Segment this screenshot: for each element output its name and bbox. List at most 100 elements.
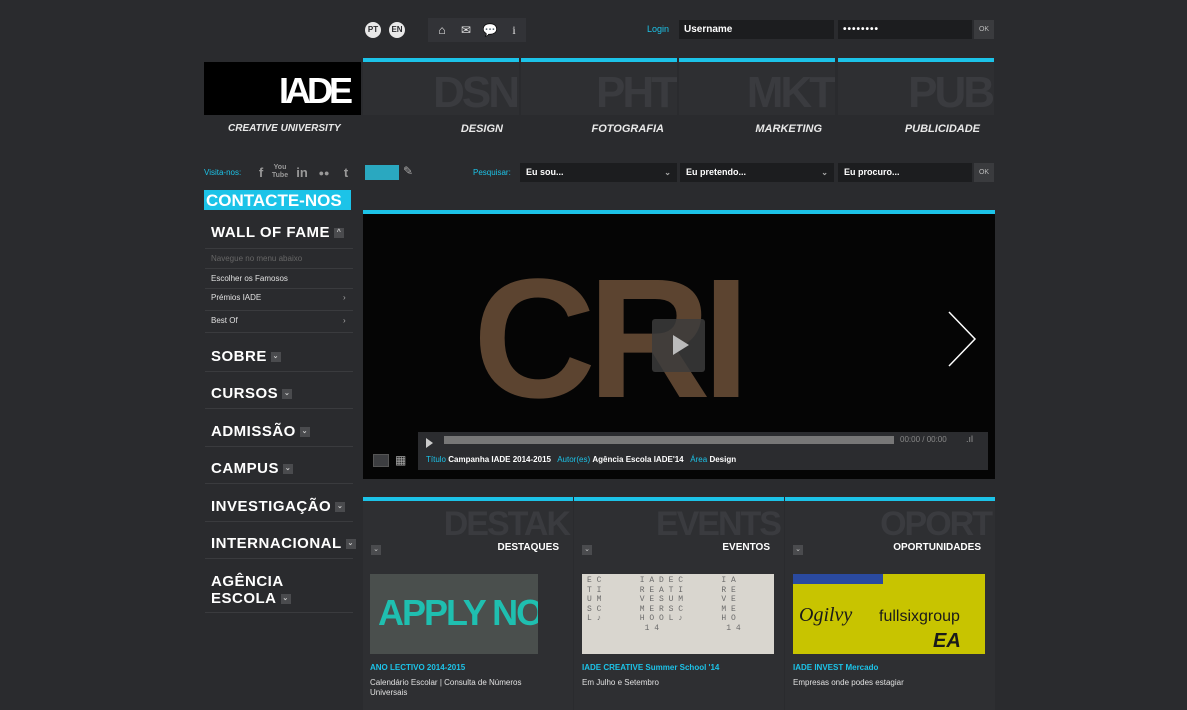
chevron-down-icon[interactable]: ⌄	[345, 539, 356, 550]
menu-label: SOBRE	[211, 348, 267, 365]
card-destaques-desc: Calendário Escolar | Consulta de Números…	[370, 678, 522, 697]
nav-tile-publicidade[interactable]: PUB	[838, 58, 994, 115]
ogilvy-logo: Ogilvy	[799, 604, 853, 626]
divider	[205, 288, 353, 289]
nav-label-design[interactable]: DESIGN	[363, 123, 503, 135]
tumblr-icon[interactable]: t	[337, 164, 355, 182]
password-field[interactable]: ••••••••	[838, 20, 972, 39]
linkedin-icon[interactable]: in	[293, 164, 311, 182]
title-value: Campanha IADE 2014-2015	[448, 455, 551, 464]
chat-icon[interactable]: 💬	[482, 22, 498, 38]
menu-label: ADMISSÃO	[211, 423, 296, 440]
menu-label: INTERNACIONAL	[211, 535, 342, 552]
card-destaques-header[interactable]: DESTAK ⌄ DESTAQUES	[363, 497, 573, 563]
menu-investigacao[interactable]: INVESTIGAÇÃO ⌄	[211, 498, 346, 515]
username-field[interactable]: Username	[679, 20, 834, 39]
card-label: OPORTUNIDADES	[893, 542, 981, 553]
divider	[205, 332, 353, 333]
select-eu-sou[interactable]: Eu sou... ⌄	[520, 163, 677, 182]
title-label: Título	[426, 455, 447, 464]
grid-icon[interactable]: ▦	[395, 453, 406, 467]
select-eu-procuro[interactable]: Eu procuro...	[838, 163, 972, 182]
chevron-down-icon[interactable]: ⌄	[371, 545, 381, 555]
lang-en-button[interactable]: EN	[389, 22, 405, 38]
video-time: 00:00 / 00:00	[900, 435, 947, 444]
card-image-invest[interactable]: Ogilvy fullsixgroup EA	[793, 574, 985, 654]
facebook-icon[interactable]: f	[253, 164, 269, 182]
submenu-label: Prémios IADE	[211, 293, 262, 302]
chevron-down-icon: ⌄	[821, 168, 828, 177]
progress-bar[interactable]	[444, 436, 894, 444]
nav-label-marketing[interactable]: MARKETING	[682, 123, 822, 135]
ikea-logo	[793, 574, 883, 584]
submenu-best-of[interactable]: Best Of ›	[211, 316, 351, 325]
color-swatch[interactable]	[365, 165, 399, 180]
info-icon[interactable]: i	[506, 22, 522, 38]
card-oportunidades-title[interactable]: IADE INVEST Mercado	[793, 663, 878, 672]
volume-icon[interactable]: .ıl	[966, 434, 973, 444]
nav-tile-fotografia[interactable]: PHT	[521, 58, 677, 115]
divider	[205, 612, 353, 613]
card-image-apply[interactable]: APPLY NOW	[370, 574, 538, 654]
menu-campus[interactable]: CAMPUS ⌄	[211, 460, 294, 477]
flickr-icon[interactable]: ●●	[315, 164, 333, 182]
nav-tile-marketing[interactable]: MKT	[679, 58, 835, 115]
menu-cursos[interactable]: CURSOS ⌄	[211, 385, 293, 402]
chevron-down-icon[interactable]: ⌄	[280, 594, 291, 605]
play-button[interactable]	[652, 319, 705, 372]
video-controls: 00:00 / 00:00 .ıl	[418, 432, 988, 470]
card-eventos-header[interactable]: EVENTS ⌄ EVENTOS	[574, 497, 784, 563]
next-arrow-icon[interactable]	[945, 310, 979, 368]
menu-internacional[interactable]: INTERNACIONAL ⌄	[211, 535, 356, 552]
chevron-down-icon[interactable]: ⌄	[270, 352, 281, 363]
chevron-down-icon[interactable]: ⌄	[282, 389, 293, 400]
video-meta: Título Campanha IADE 2014-2015 Autor(es)…	[426, 455, 736, 464]
mail-icon[interactable]: ✉	[458, 22, 474, 38]
chevron-down-icon[interactable]: ⌄	[299, 427, 310, 438]
chevron-down-icon[interactable]: ⌄	[793, 545, 803, 555]
nav-label-publicidade[interactable]: PUBLICIDADE	[840, 123, 980, 135]
home-icon[interactable]: ⌂	[434, 22, 450, 38]
area-value: Design	[709, 455, 737, 464]
youtube-icon[interactable]: You Tube	[271, 164, 289, 182]
nav-label-fotografia[interactable]: FOTOGRAFIA	[524, 123, 664, 135]
chevron-down-icon[interactable]: ⌄	[283, 464, 294, 475]
submenu-premios-iade[interactable]: Prémios IADE ›	[211, 293, 351, 302]
divider	[205, 268, 353, 269]
card-eventos-desc: Em Julho e Setembro	[582, 678, 659, 687]
logo: IADE	[278, 70, 353, 111]
lang-pt-button[interactable]: PT	[365, 22, 381, 38]
letter-grid-graphic: E C I A D E C I A T I R E A T I R E U M …	[587, 576, 741, 633]
menu-agencia-escola[interactable]: AGÊNCIA ESCOLA ⌄	[211, 573, 291, 607]
chevron-down-icon[interactable]: ⌄	[582, 545, 592, 555]
menu-label: CAMPUS	[211, 460, 280, 477]
ea-logo: EA	[933, 630, 961, 652]
contact-button[interactable]: CONTACTE-NOS	[204, 190, 351, 210]
login-ok-button[interactable]: OK	[974, 20, 994, 39]
menu-admissao[interactable]: ADMISSÃO ⌄	[211, 423, 310, 440]
logo-box[interactable]: IADE	[204, 62, 361, 115]
author-value: Agência Escola IADE'14	[592, 455, 684, 464]
card-image-summer[interactable]: E C I A D E C I A T I R E A T I R E U M …	[582, 574, 774, 654]
fullscreen-icon[interactable]	[373, 454, 389, 467]
menu-label: AGÊNCIA	[211, 573, 284, 590]
menu-wall-of-fame[interactable]: WALL OF FAME ^	[211, 224, 345, 241]
nav-tile-abbr: PUB	[908, 68, 994, 115]
chevron-down-icon[interactable]: ⌄	[335, 502, 346, 513]
card-oportunidades-header[interactable]: OPORT ⌄ OPORTUNIDADES	[785, 497, 995, 563]
video-player[interactable]: CRI 00:00 / 00:00 .ıl ▦ Título Campanha …	[363, 214, 995, 479]
login-label: Login	[647, 24, 670, 34]
menu-label: INVESTIGAÇÃO	[211, 498, 332, 515]
card-destaques-title[interactable]: ANO LECTIVO 2014-2015	[370, 663, 465, 672]
menu-sobre[interactable]: SOBRE ⌄	[211, 348, 281, 365]
search-ok-button[interactable]: OK	[974, 163, 994, 182]
select-eu-pretendo[interactable]: Eu pretendo... ⌄	[680, 163, 834, 182]
nav-tile-design[interactable]: DSN	[363, 58, 519, 115]
submenu-escolher-famosos[interactable]: Escolher os Famosos	[211, 274, 288, 283]
chevron-up-icon[interactable]: ^	[334, 228, 345, 239]
eyedropper-icon[interactable]: ✎	[403, 164, 413, 178]
card-eventos-title[interactable]: IADE CREATIVE Summer School '14	[582, 663, 719, 672]
nav-hint: Navegue no menu abaixo	[211, 254, 303, 263]
play-small-icon[interactable]	[426, 438, 433, 448]
divider	[205, 408, 353, 409]
